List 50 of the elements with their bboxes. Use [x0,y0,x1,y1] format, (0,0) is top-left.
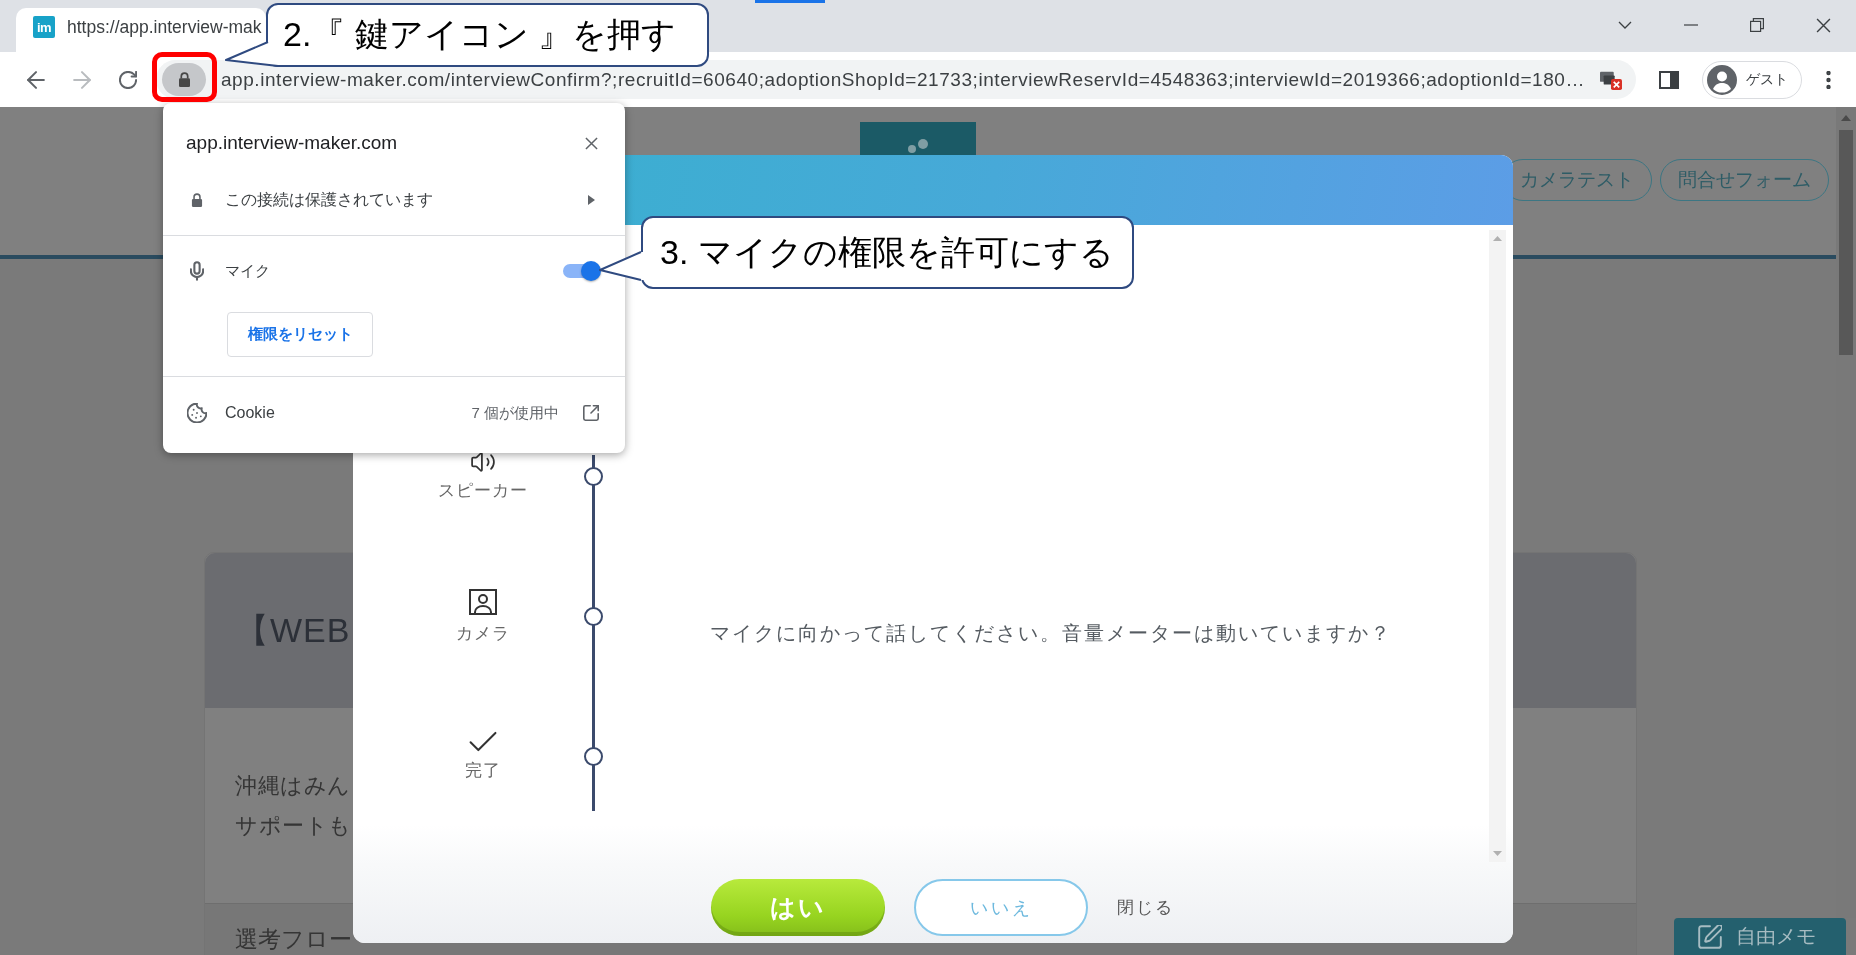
memo-button[interactable]: 自由メモ [1674,918,1846,955]
logo-icon [860,122,976,155]
profile-button[interactable]: ゲスト [1702,60,1802,99]
tab-title: https://app.interview-mak [67,16,262,38]
step-marker [583,466,603,486]
check-icon [469,731,497,752]
popup-title: app.interview-maker.com [186,132,398,154]
step-label: 完了 [465,761,501,781]
side-panel-icon[interactable] [1659,70,1679,89]
chevron-down-icon[interactable] [1618,21,1632,29]
permission-label: マイク [225,261,271,281]
step-marker [583,606,603,626]
callout: 2.『 鍵アイコン 』を押す [266,3,709,67]
camera-icon [469,588,497,615]
highlight-frame [152,52,217,102]
section-title: 選考フロー [235,926,352,952]
close-icon[interactable] [584,136,598,150]
scrollbar-thumb[interactable] [1839,130,1853,355]
favicon: im [33,16,55,38]
address-bar[interactable]: app.interview-maker.com/interviewConfirm?;recruitId=60640;adoptionShopId=21733;interviewReservId=4548363;interviewId=2019366;adoptionId=180… [156,60,1636,99]
speaker-icon [471,451,495,472]
triangle-right-icon[interactable] [587,195,595,205]
reset-permissions-button[interactable]: 権限をリセット [227,312,373,357]
indicator-bar [755,0,825,3]
reload-icon[interactable] [119,70,137,89]
lock-icon [191,193,203,207]
close-icon[interactable] [1815,17,1831,33]
restore-icon[interactable] [1750,18,1764,32]
avatar-icon [1707,64,1737,95]
cookie-count: 7 個が使用中 [471,403,559,423]
back-icon[interactable] [27,70,45,89]
connection-text[interactable]: この接続は保護されています [225,189,563,211]
callout: 3. マイクの権限を許可にする [641,216,1134,289]
step-marker [583,746,603,766]
cookie-icon [187,403,207,423]
pencil-icon [1698,924,1722,949]
card-text: サポートも [235,812,352,840]
cookie-label[interactable]: Cookie [225,404,454,422]
step-label: スピーカー [438,480,528,501]
step-label: カメラ [456,623,510,644]
mic-icon [190,261,204,281]
profile-label: ゲスト [1746,70,1788,89]
card-text: 沖縄はみん [235,772,351,800]
close-link[interactable]: 閉じる [1117,896,1174,919]
lock-icon[interactable] [162,63,206,96]
card-title: 【WEB [235,609,351,651]
external-link-icon[interactable] [583,405,599,421]
prompt-text: マイクに向かって話してください。音量メーターは動いていますか？ [710,621,1392,645]
url-text: app.interview-maker.com/interviewConfirm?;recruitId=60640;adoptionShopId=21733;interviewReservId=4548363;interviewId=2019366;adoptionId=180… [221,68,1585,91]
menu-icon[interactable] [1825,70,1831,89]
